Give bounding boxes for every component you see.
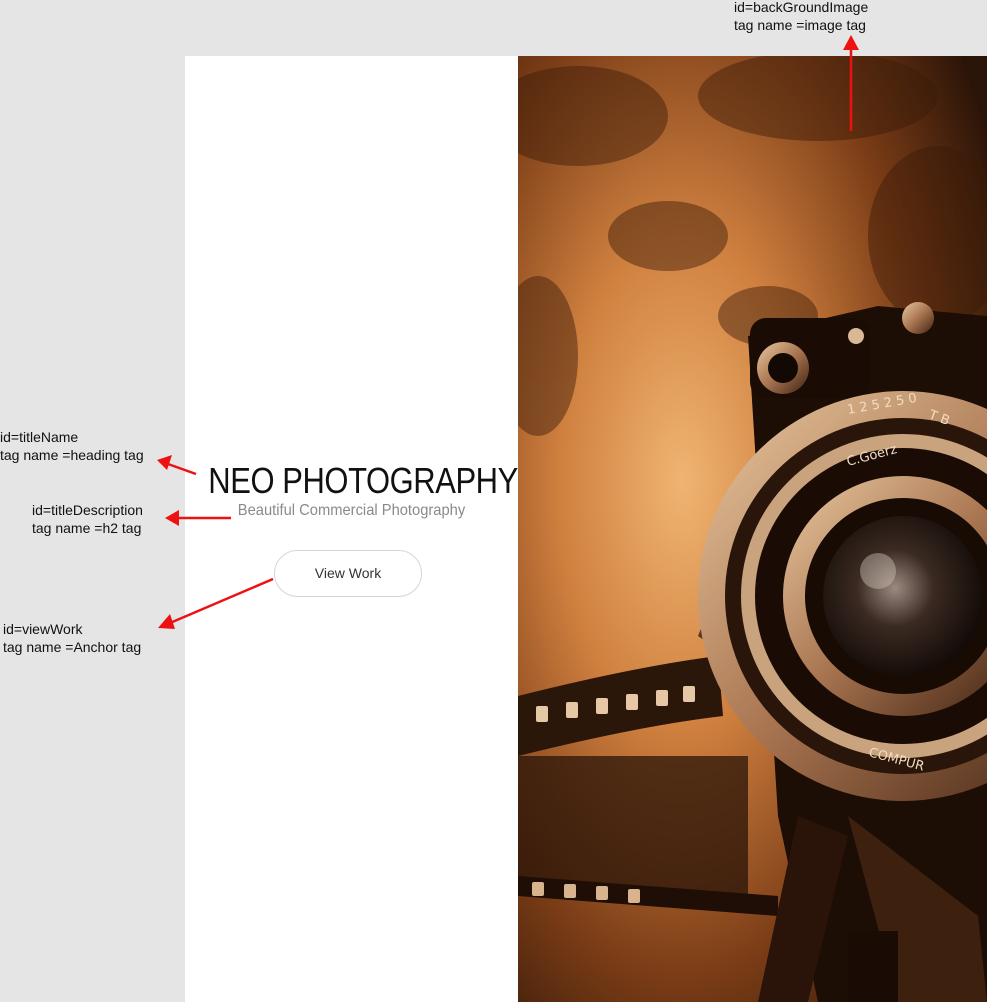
annotation-tag: tag name =heading tag xyxy=(0,447,144,463)
annotation-view-work: id=viewWork tag name =Anchor tag xyxy=(3,620,141,656)
annotation-tag: tag name =image tag xyxy=(734,17,866,33)
annotation-id: id=viewWork xyxy=(3,621,83,637)
page-canvas: NEO PHOTOGRAPHY Beautiful Commercial Pho… xyxy=(0,0,987,1002)
view-work-button[interactable]: View Work xyxy=(274,550,422,597)
annotation-id: id=titleDescription xyxy=(32,502,143,518)
hero-panel: NEO PHOTOGRAPHY Beautiful Commercial Pho… xyxy=(185,56,518,1002)
title-name: NEO PHOTOGRAPHY xyxy=(208,460,518,501)
background-image: 1 2 5 2 5 0 T B C.Goerz COMPUR xyxy=(518,56,987,1002)
annotation-title-name: id=titleName tag name =heading tag xyxy=(0,428,144,464)
annotation-tag: tag name =h2 tag xyxy=(32,520,142,536)
annotation-id: id=backGroundImage xyxy=(734,0,869,15)
annotation-id: id=titleName xyxy=(0,429,79,445)
title-description: Beautiful Commercial Photography xyxy=(237,502,466,519)
annotation-tag: tag name =Anchor tag xyxy=(3,639,142,655)
annotation-title-description: id=titleDescription tag name =h2 tag xyxy=(32,501,143,537)
camera-illustration: 1 2 5 2 5 0 T B C.Goerz COMPUR xyxy=(518,56,987,1002)
annotation-background-image: id=backGroundImage tag name =image tag xyxy=(734,0,868,34)
